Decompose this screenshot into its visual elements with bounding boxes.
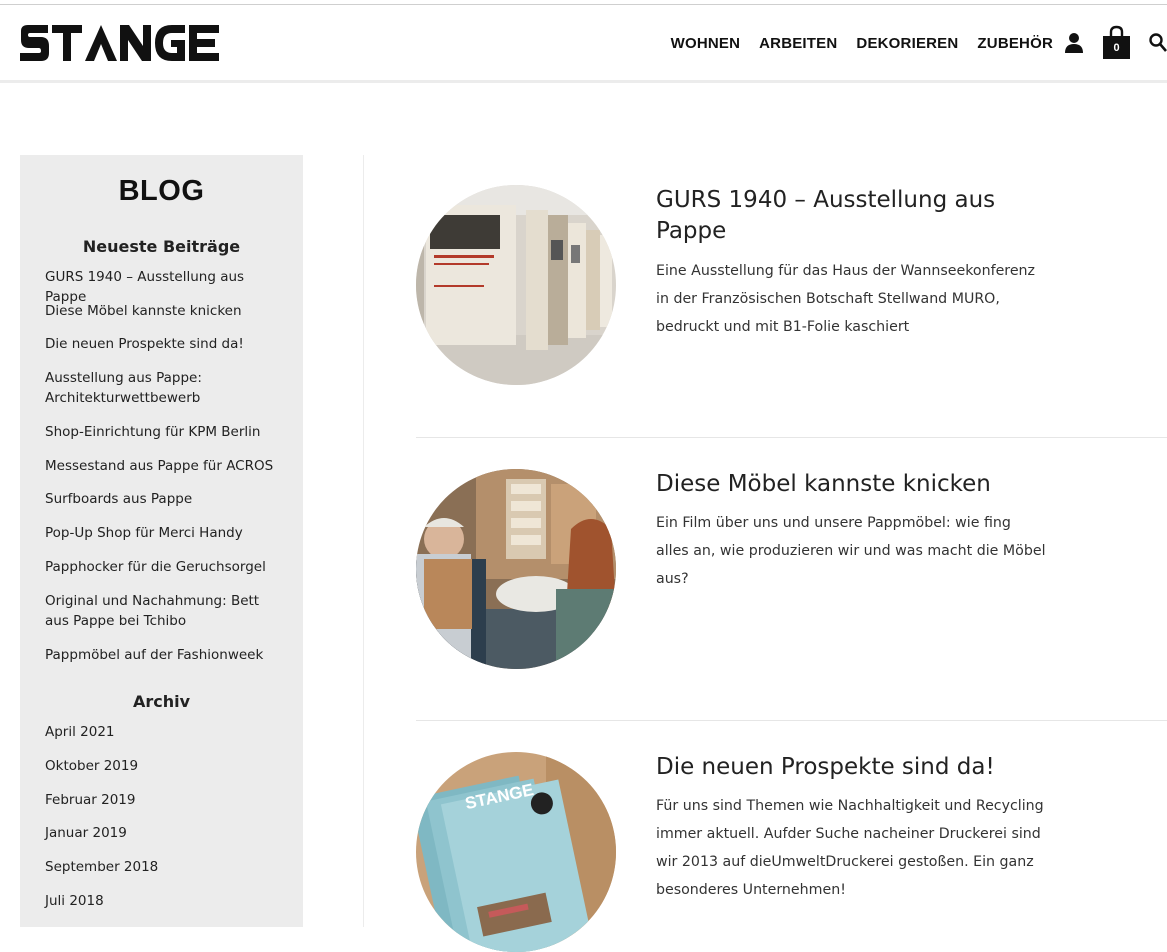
post-title[interactable]: Die neuen Prospekte sind da!: [656, 752, 1016, 783]
recent-posts-heading: Neueste Beiträge: [82, 237, 241, 256]
archive-link[interactable]: Juli 2018: [45, 891, 104, 911]
cart-count-badge: 0: [1103, 36, 1130, 59]
post-separator: [416, 437, 1167, 438]
archive-link[interactable]: April 2021: [45, 722, 115, 742]
post-excerpt: Eine Ausstellung für das Haus der Wannse…: [656, 263, 1035, 335]
site-header: WOHNEN ARBEITEN DEKORIEREN ZUBEHÖR 0: [0, 5, 1167, 83]
post-excerpt: Ein Film über uns und unsere Pappmöbel: …: [656, 515, 1046, 587]
recent-post-link[interactable]: Ausstellung aus Pappe: Architekturwettbe…: [45, 368, 275, 408]
post-thumbnail-exhibition[interactable]: [416, 185, 616, 385]
nav-dekorieren[interactable]: DEKORIEREN: [856, 34, 958, 54]
recent-post-link[interactable]: Original und Nachahmung: Bett aus Pappe …: [45, 591, 280, 631]
recent-post-link[interactable]: Pop-Up Shop für Merci Handy: [45, 523, 243, 543]
stange-logo[interactable]: [19, 24, 221, 62]
sidebar-title: BLOG: [118, 175, 205, 207]
archive-link[interactable]: September 2018: [45, 857, 158, 877]
search-icon[interactable]: [1149, 33, 1167, 53]
recent-post-link[interactable]: Diese Möbel kannste knicken: [45, 301, 242, 321]
post-title[interactable]: GURS 1940 – Ausstellung aus Pappe: [656, 185, 1016, 247]
nav-wohnen[interactable]: WOHNEN: [671, 34, 741, 54]
post-separator: [416, 720, 1167, 721]
recent-post-link[interactable]: Surfboards aus Pappe: [45, 489, 192, 509]
blog-sidebar: BLOG Neueste Beiträge GURS 1940 – Ausste…: [20, 155, 303, 927]
content-divider: [363, 155, 364, 927]
nav-arbeiten[interactable]: ARBEITEN: [759, 34, 837, 54]
archive-link[interactable]: Februar 2019: [45, 790, 135, 810]
recent-post-link[interactable]: Die neuen Prospekte sind da!: [45, 334, 244, 354]
cart-button[interactable]: 0: [1103, 25, 1130, 60]
recent-post-link[interactable]: Shop-Einrichtung für KPM Berlin: [45, 422, 260, 442]
recent-post-link[interactable]: Messestand aus Pappe für ACROS: [45, 456, 273, 476]
post-title[interactable]: Diese Möbel kannste knicken: [656, 469, 1016, 500]
main-navigation: WOHNEN ARBEITEN DEKORIEREN ZUBEHÖR: [652, 34, 1053, 54]
post-thumbnail-brochures[interactable]: STANGE: [416, 752, 616, 952]
nav-zubehoer[interactable]: ZUBEHÖR: [977, 34, 1053, 54]
user-icon[interactable]: [1064, 32, 1084, 54]
archive-heading: Archiv: [132, 692, 191, 711]
post-thumbnail-film[interactable]: [416, 469, 616, 669]
archive-link[interactable]: Oktober 2019: [45, 756, 138, 776]
blog-post-card: Diese Möbel kannste knicken Ein Film übe…: [416, 469, 1167, 679]
recent-post-link[interactable]: Papphocker für die Geruchsorgel: [45, 557, 266, 577]
archive-link[interactable]: Januar 2019: [45, 823, 127, 843]
blog-post-card: GURS 1940 – Ausstellung aus Pappe Eine A…: [416, 185, 1167, 395]
recent-post-link[interactable]: Pappmöbel auf der Fashionweek: [45, 645, 263, 665]
blog-post-card: STANGE Die neuen Prospekte sind da! Für …: [416, 752, 1167, 952]
post-excerpt: Für uns sind Themen wie Nachhaltigkeit u…: [656, 798, 1044, 898]
